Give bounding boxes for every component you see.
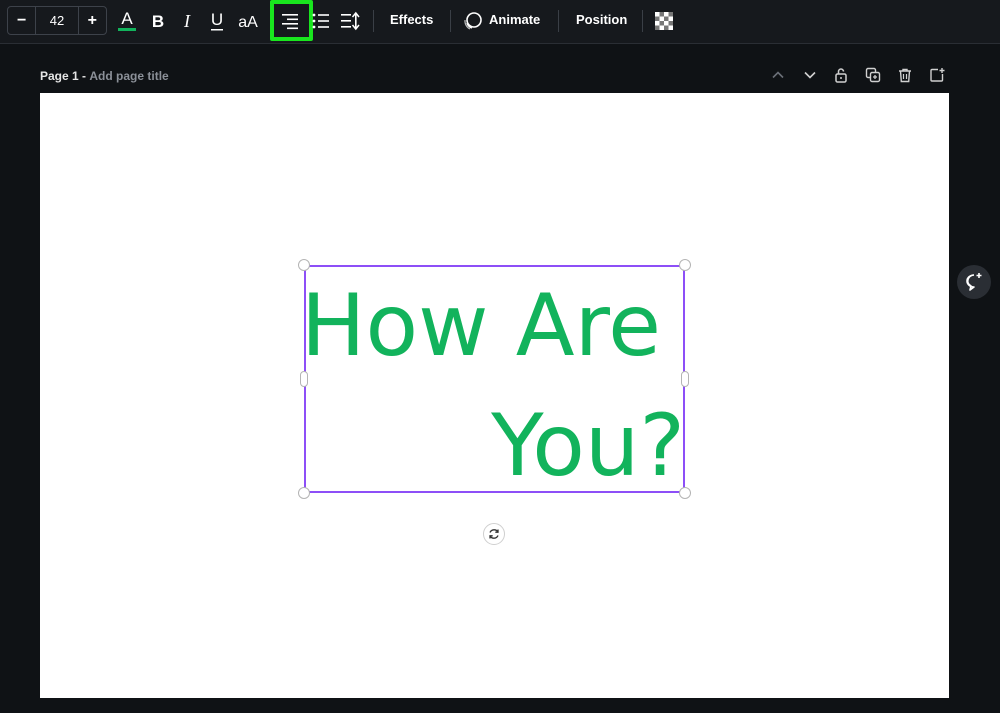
transparency-button[interactable]: [655, 8, 673, 34]
animate-icon: [464, 12, 482, 30]
resize-handle-left[interactable]: [300, 371, 308, 387]
text-color-icon: A: [118, 9, 136, 31]
svg-text:U: U: [211, 10, 223, 29]
resize-handle-right[interactable]: [681, 371, 689, 387]
add-page-button[interactable]: [928, 66, 946, 84]
editor-toolbar: − 42 + A B I U aA Effects Animate Positi…: [0, 0, 1000, 44]
font-size-stepper[interactable]: − 42 +: [7, 6, 107, 35]
svg-text:aA: aA: [238, 14, 258, 31]
animate-icon-wrap[interactable]: [463, 8, 483, 34]
spacing-icon: [341, 11, 360, 31]
text-line-2[interactable]: You?: [491, 403, 685, 489]
italic-button[interactable]: I: [179, 8, 195, 34]
resize-handle-bottom-left[interactable]: [298, 487, 310, 499]
move-page-up-button[interactable]: [769, 66, 787, 84]
letter-case-button[interactable]: aA: [236, 8, 260, 34]
add-page-icon: [930, 68, 945, 82]
underline-button[interactable]: U: [208, 8, 226, 34]
resize-handle-top-right[interactable]: [679, 259, 691, 271]
font-size-value[interactable]: 42: [35, 7, 79, 34]
italic-icon: I: [183, 11, 191, 31]
letter-case-icon: aA: [238, 14, 258, 31]
page-name: Page 1 -: [40, 69, 87, 83]
text-line-1[interactable]: How Are: [301, 283, 661, 369]
comment-add-icon: [966, 273, 982, 291]
svg-text:I: I: [183, 11, 191, 31]
highlight-box: [270, 0, 313, 41]
design-canvas[interactable]: How Are You?: [40, 93, 949, 698]
lock-icon: [835, 68, 847, 83]
transparency-icon: [655, 12, 673, 30]
svg-text:B: B: [152, 12, 164, 31]
move-page-down-button[interactable]: [801, 66, 819, 84]
text-box[interactable]: How Are You?: [301, 265, 685, 493]
increase-font-size-button[interactable]: +: [79, 7, 106, 34]
spacing-button[interactable]: [340, 8, 360, 34]
toolbar-divider: [642, 10, 643, 32]
toolbar-divider: [558, 10, 559, 32]
toolbar-divider: [450, 10, 451, 32]
page-title-input[interactable]: Add page title: [89, 69, 168, 83]
animate-button[interactable]: Animate: [489, 12, 540, 27]
resize-handle-top-left[interactable]: [298, 259, 310, 271]
text-color-button[interactable]: A: [117, 8, 137, 34]
list-button[interactable]: [312, 8, 330, 34]
list-icon: [312, 13, 329, 29]
bold-button[interactable]: B: [150, 8, 166, 34]
add-comment-button[interactable]: [957, 265, 991, 299]
effects-button[interactable]: Effects: [390, 12, 433, 27]
page-header: Page 1 - Add page title: [40, 69, 169, 83]
delete-page-button[interactable]: [896, 66, 914, 84]
rotate-handle[interactable]: [483, 523, 505, 545]
chevron-up-icon: [772, 71, 784, 79]
underline-icon: U: [211, 10, 223, 31]
duplicate-page-button[interactable]: [864, 66, 882, 84]
decrease-font-size-button[interactable]: −: [8, 7, 35, 34]
resize-handle-bottom-right[interactable]: [679, 487, 691, 499]
bold-icon: B: [152, 12, 164, 31]
trash-icon: [899, 68, 911, 83]
svg-text:A: A: [121, 9, 133, 28]
position-button[interactable]: Position: [576, 12, 627, 27]
duplicate-icon: [865, 67, 881, 83]
rotate-icon: [489, 529, 499, 539]
lock-page-button[interactable]: [832, 66, 850, 84]
chevron-down-icon: [804, 71, 816, 79]
toolbar-divider: [373, 10, 374, 32]
